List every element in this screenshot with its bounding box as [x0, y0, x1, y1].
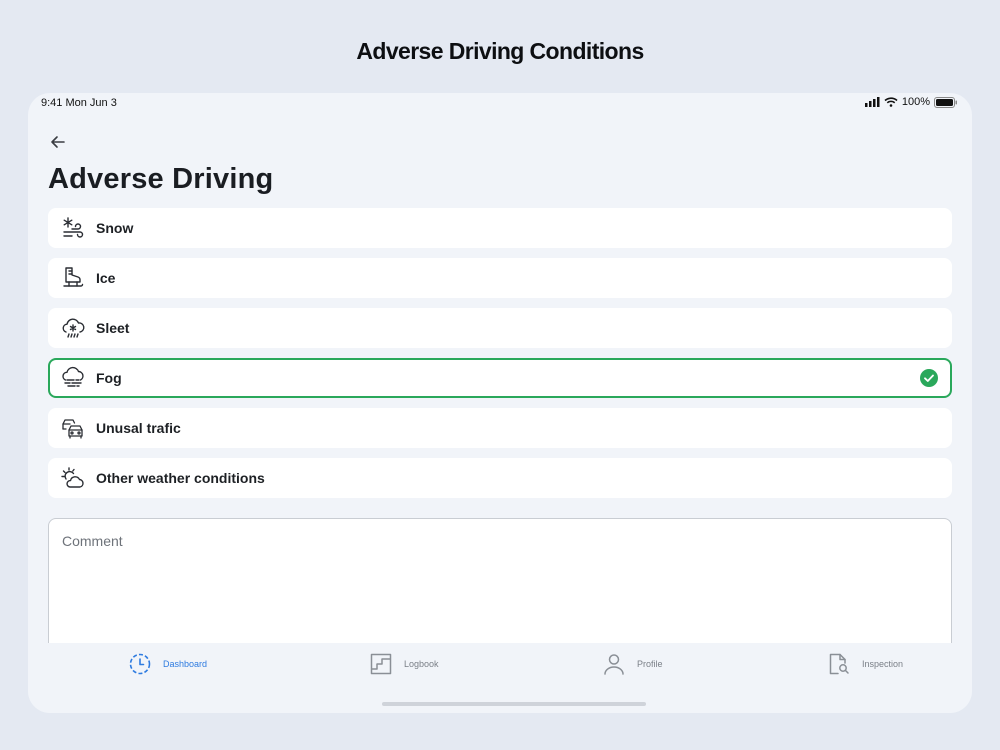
sleet-cloud-icon [62, 318, 85, 338]
option-label: Fog [96, 370, 122, 386]
tab-logbook[interactable]: Logbook [369, 651, 439, 677]
battery-icon [934, 96, 957, 108]
option-label: Ice [96, 270, 116, 286]
snow-wind-icon [63, 217, 84, 238]
option-other-weather[interactable]: Other weather conditions [48, 458, 952, 498]
tab-label: Inspection [862, 659, 904, 669]
option-label: Unusal trafic [96, 420, 181, 436]
inspection-icon [829, 653, 849, 675]
wifi-icon [884, 97, 898, 107]
traffic-cars-icon [62, 419, 83, 439]
home-indicator[interactable] [382, 702, 646, 706]
option-ice[interactable]: Ice [48, 258, 952, 298]
option-snow[interactable]: Snow [48, 208, 952, 248]
back-arrow-icon[interactable] [48, 133, 68, 151]
tablet-screen: 9:41 Mon Jun 3 100% Adverse Driving Snow… [28, 93, 972, 713]
status-indicators: 100% [864, 96, 958, 108]
fog-cloud-icon [62, 366, 84, 387]
screen-title: Adverse Driving [48, 163, 274, 195]
comment-field[interactable]: Comment [48, 518, 952, 658]
tab-inspection[interactable]: Inspection [827, 651, 903, 677]
logbook-icon [370, 653, 392, 675]
status-bar: 9:41 Mon Jun 3 100% [28, 93, 972, 113]
tab-label: Profile [637, 659, 663, 669]
option-traffic[interactable]: Unusal trafic [48, 408, 952, 448]
profile-icon [604, 654, 624, 675]
dashboard-clock-icon [129, 653, 151, 675]
option-label: Sleet [96, 320, 130, 336]
battery-percent: 100% [901, 96, 930, 108]
option-fog[interactable]: Fog [48, 358, 952, 398]
option-label: Other weather conditions [96, 470, 265, 486]
tab-label: Logbook [404, 659, 439, 669]
page-heading: Adverse Driving Conditions [356, 38, 644, 64]
check-circle-icon [920, 369, 938, 387]
option-label: Snow [96, 220, 134, 236]
signal-icon [864, 97, 880, 107]
tab-dashboard[interactable]: Dashboard [128, 651, 207, 677]
sun-cloud-icon [61, 467, 84, 488]
status-time: 9:41 Mon Jun 3 [41, 97, 117, 109]
option-sleet[interactable]: Sleet [48, 308, 952, 348]
ice-skate-icon [63, 267, 84, 287]
tab-label: Dashboard [163, 659, 208, 669]
condition-options: Snow Ice Sleet Fog Unusal trafic Other w… [48, 208, 952, 508]
tab-profile[interactable]: Profile [602, 651, 663, 677]
